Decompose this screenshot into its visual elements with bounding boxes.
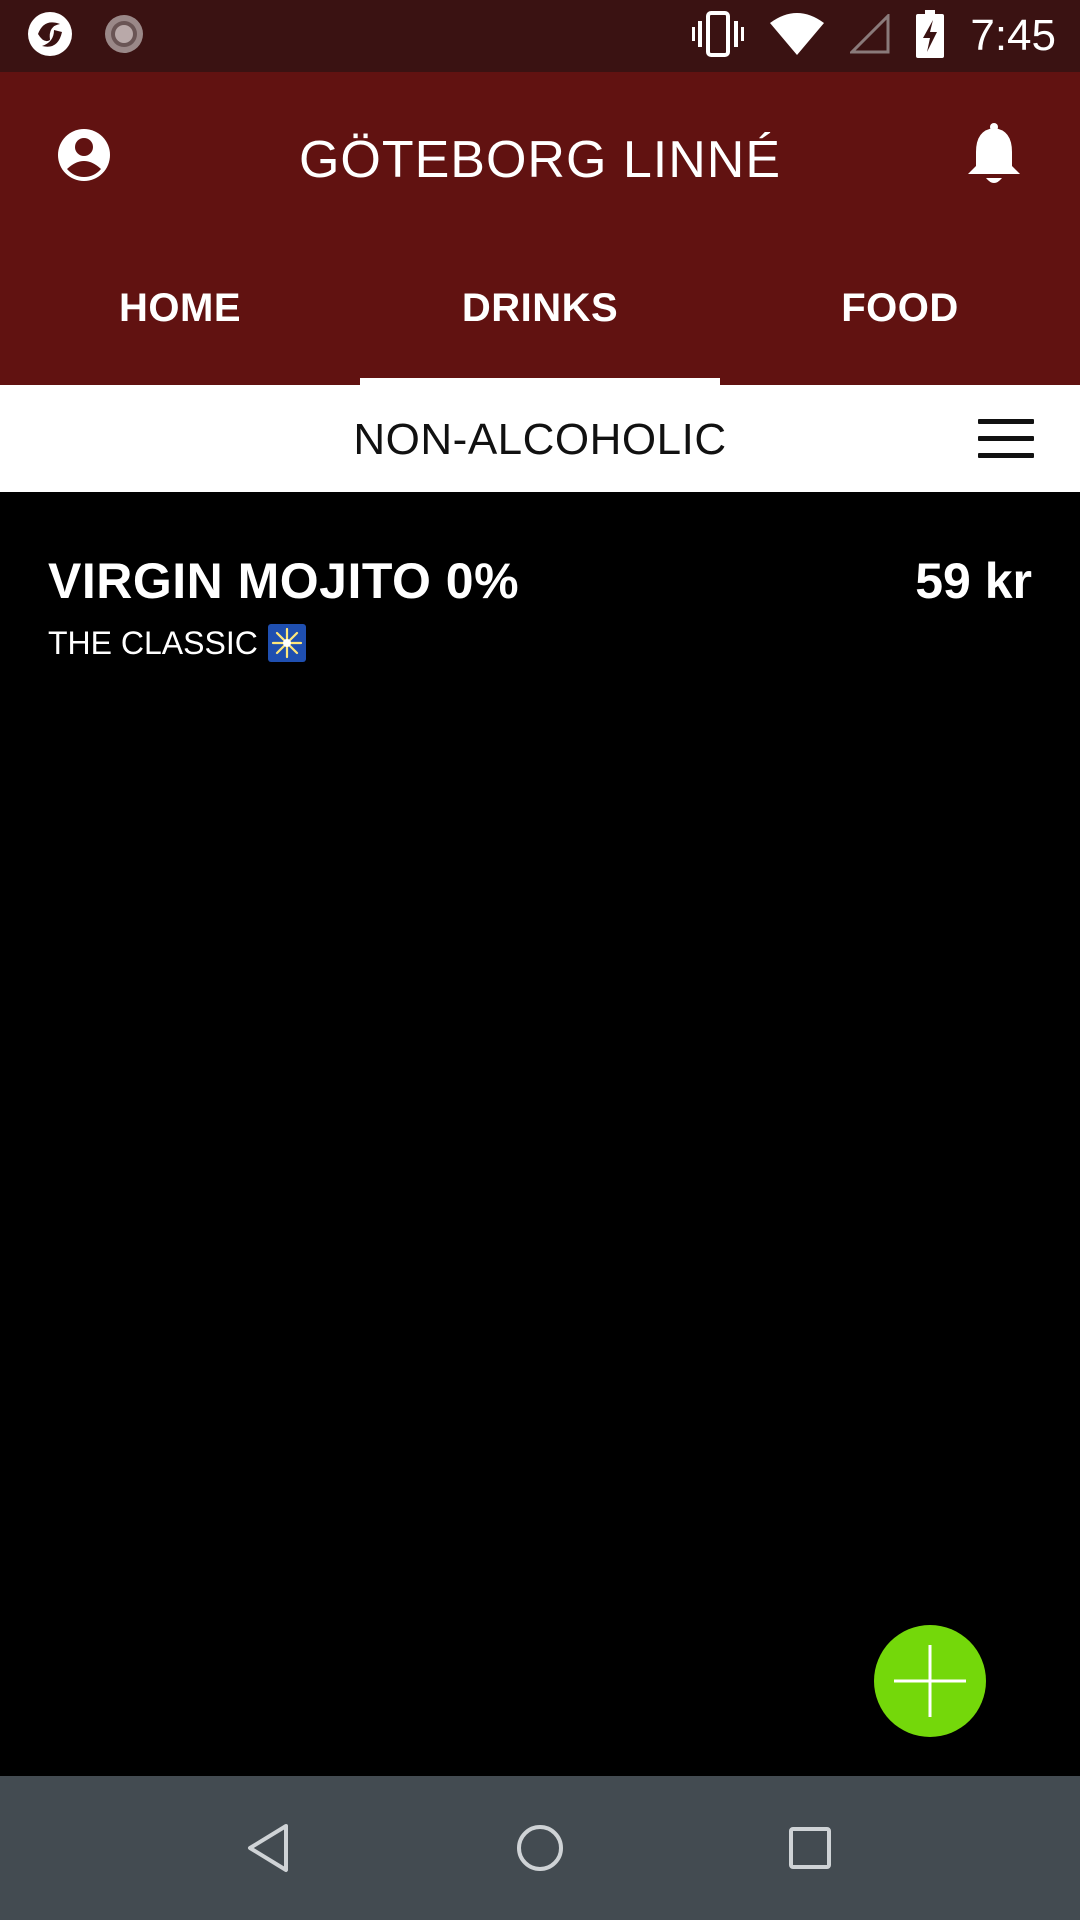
category-menu-button[interactable] [978, 419, 1034, 459]
status-left [26, 10, 174, 63]
header-row: GÖTEBORG LINNÉ [0, 72, 1080, 242]
recents-icon [780, 1827, 840, 1882]
loading-notification-icon [102, 12, 146, 61]
bell-icon [964, 123, 1024, 192]
add-fab-button[interactable] [874, 1625, 986, 1737]
sparkle-icon [267, 624, 306, 662]
list-item[interactable]: VIRGIN MOJITO 0% THE CLASSIC 59 kr [48, 552, 1032, 662]
nav-recents-button[interactable] [780, 1818, 840, 1878]
tab-drinks[interactable]: DRINKS [360, 242, 720, 385]
vibrate-icon [692, 10, 745, 62]
status-right: 7:45 [666, 9, 1056, 63]
venue-title: GÖTEBORG LINNÉ [298, 131, 782, 189]
nav-back-button[interactable] [240, 1818, 300, 1878]
drinks-list: VIRGIN MOJITO 0% THE CLASSIC 59 kr [0, 492, 1080, 1776]
nav-home-button[interactable] [510, 1818, 570, 1878]
notifications-button[interactable] [964, 122, 1024, 188]
category-bar: NON-ALCOHOLIC [0, 385, 1080, 492]
battery-charging-icon [916, 9, 945, 63]
cell-signal-icon [848, 11, 890, 59]
app-header: GÖTEBORG LINNÉ HOME DRINKS FOOD [0, 72, 1080, 385]
item-name: VIRGIN MOJITO 0% [48, 553, 520, 609]
main-tabs: HOME DRINKS FOOD [0, 242, 1080, 385]
wifi-icon [770, 12, 825, 60]
system-nav-bar [0, 1776, 1080, 1920]
item-price: 59 kr [915, 553, 1032, 609]
app-notification-icon [26, 10, 74, 63]
home-icon [510, 1825, 570, 1882]
plus-icon [874, 1645, 986, 1741]
status-time: 7:45 [970, 11, 1056, 60]
item-description-text: THE CLASSIC [48, 624, 258, 661]
tab-home[interactable]: HOME [0, 242, 360, 385]
item-description: THE CLASSIC [48, 624, 1032, 662]
tab-food[interactable]: FOOD [720, 242, 1080, 385]
hamburger-menu-icon [978, 419, 1034, 458]
back-icon [240, 1824, 300, 1882]
category-title[interactable]: NON-ALCOHOLIC [0, 415, 1080, 465]
status-bar: 7:45 [0, 0, 1080, 72]
screen: 7:45 GÖTEBORG LINNÉ HOME DRINKS FOOD NON… [0, 0, 1080, 1920]
